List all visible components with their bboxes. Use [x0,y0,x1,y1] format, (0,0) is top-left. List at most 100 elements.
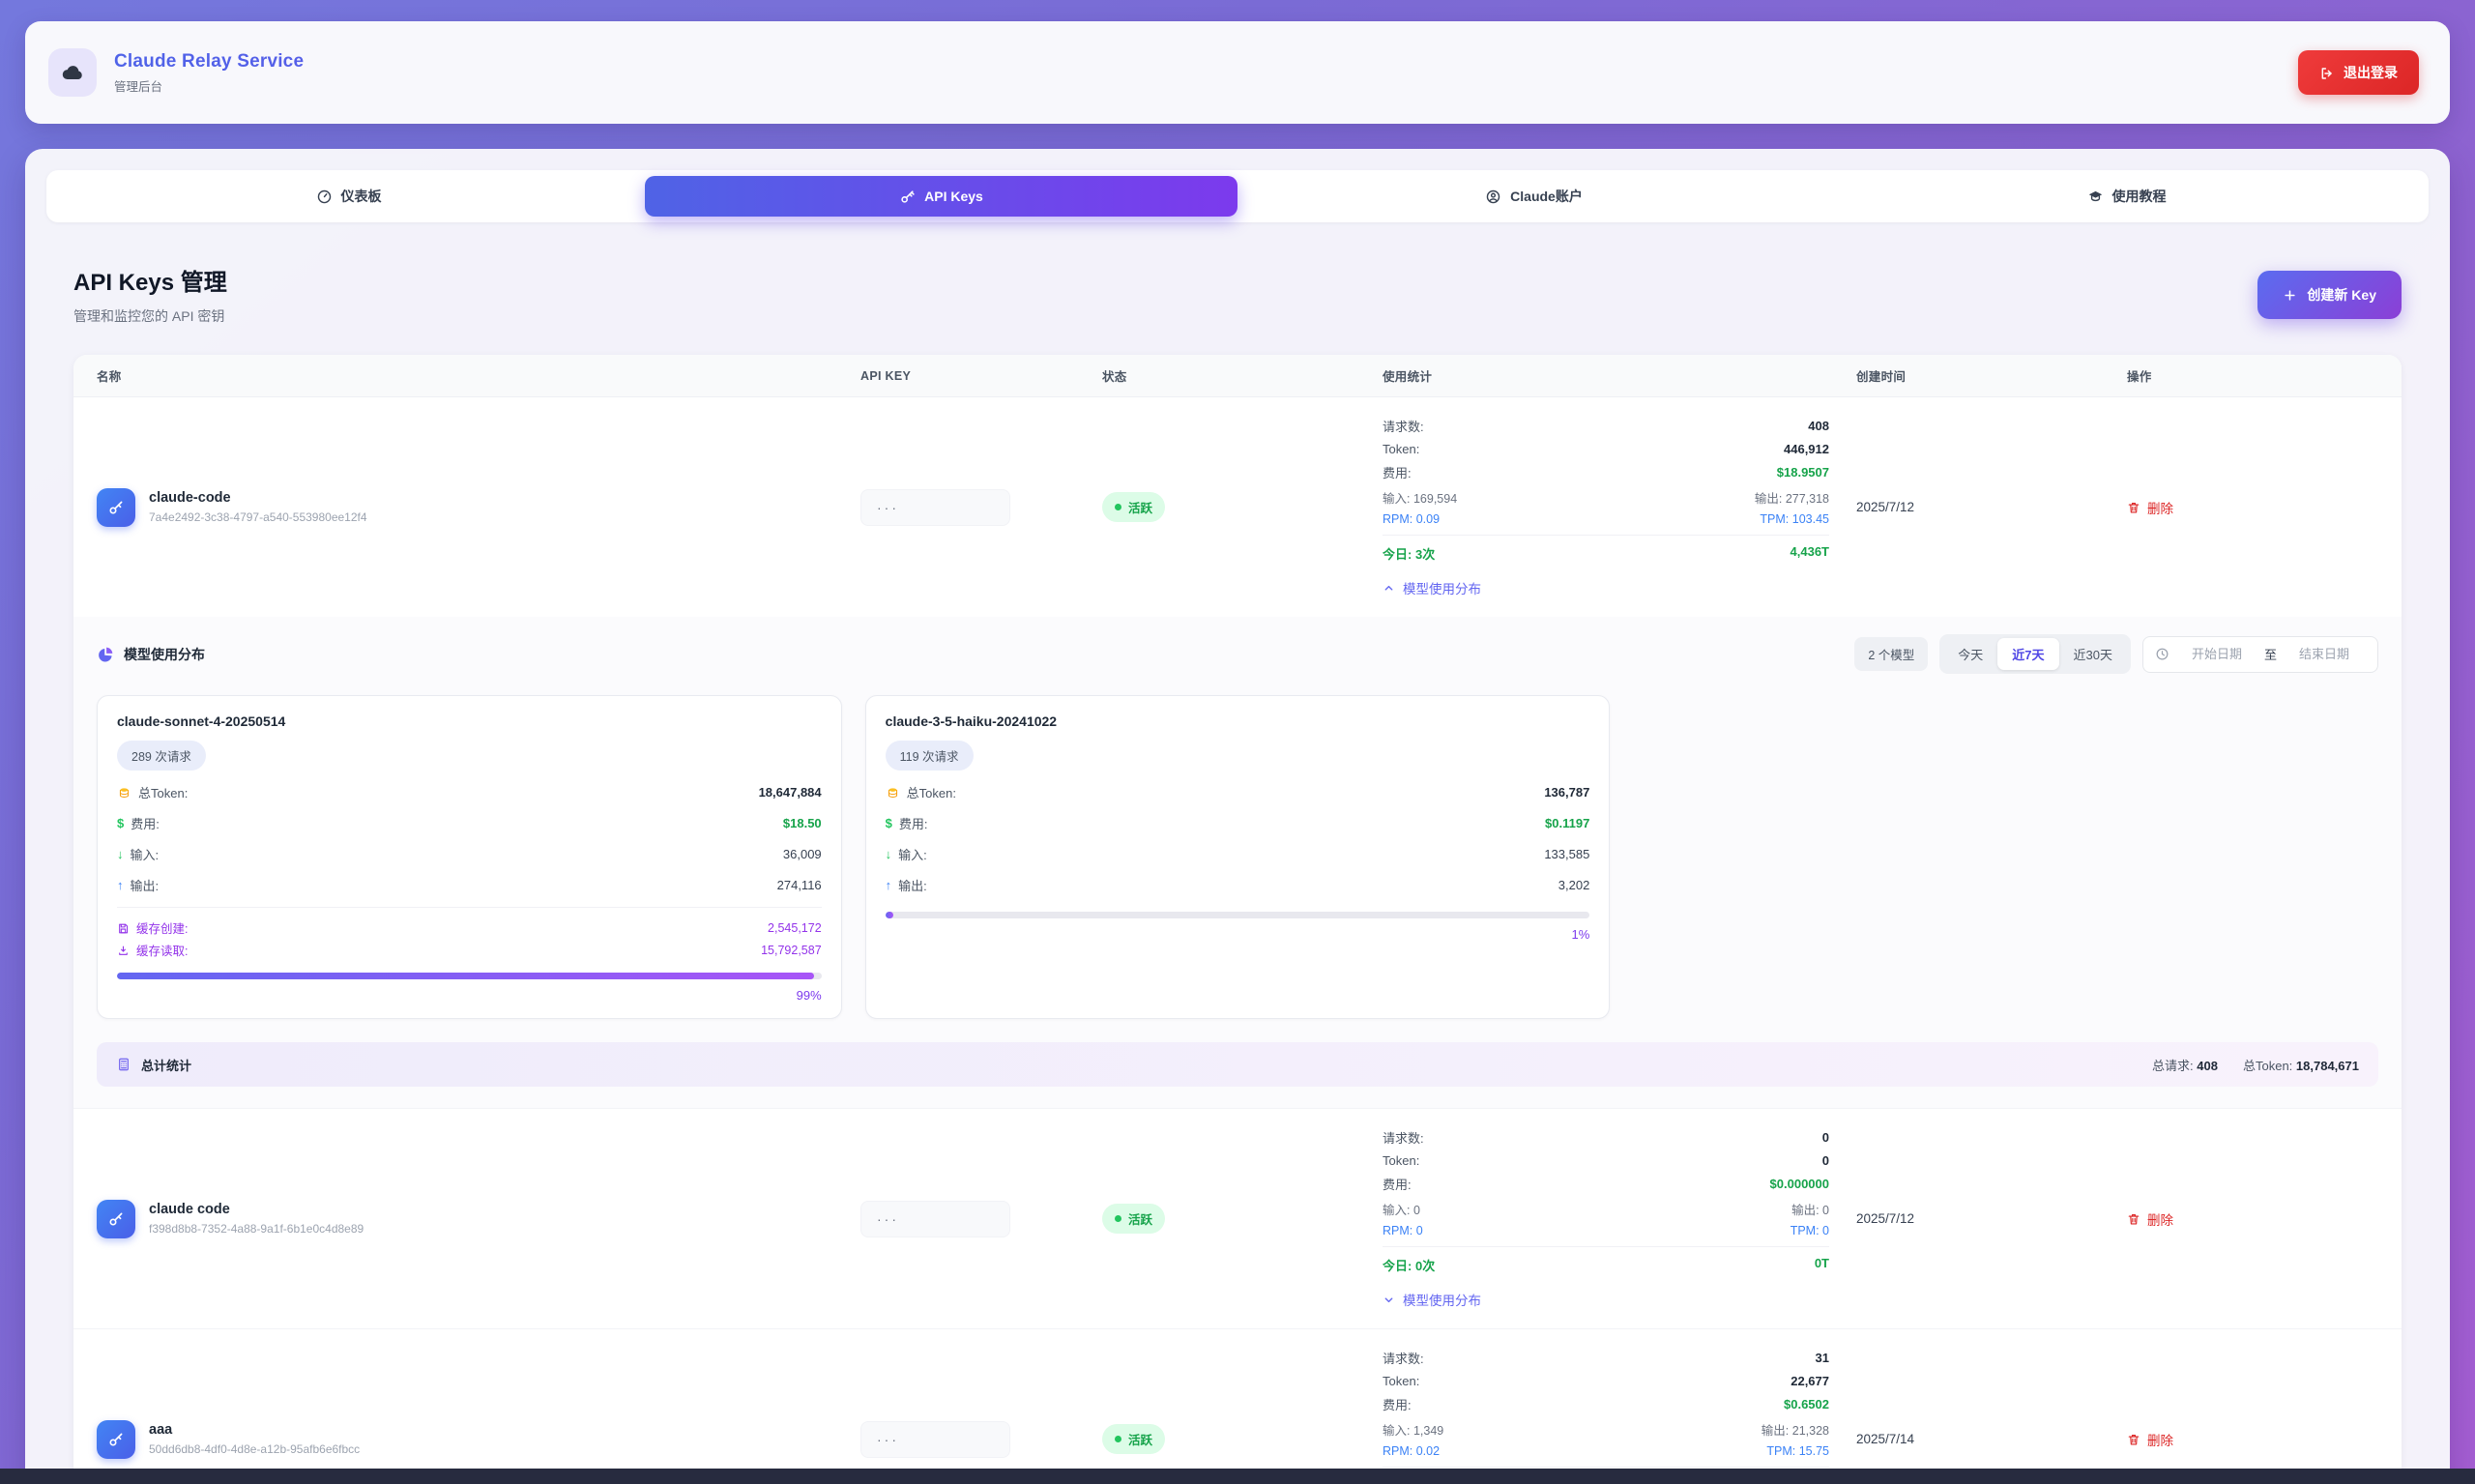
calculator-icon [116,1057,131,1073]
gauge-icon [316,188,333,205]
created-date: 2025/7/12 [1856,500,2127,514]
status-dot-icon [1115,504,1121,510]
key-icon [899,188,916,205]
masked-api-key[interactable]: ··· [860,1421,1010,1458]
create-key-button[interactable]: 创建新 Key [2257,271,2402,319]
col-created: 创建时间 [1856,366,2127,385]
app-subtitle: 管理后台 [114,76,2298,95]
totals-bar: 总计统计 总请求: 408 总Token: 18,784,671 [97,1042,2378,1087]
tab-label: 仪表板 [341,187,382,206]
key-icon [97,1420,135,1459]
total-requests: 总请求: 408 [2152,1056,2218,1074]
masked-api-key[interactable]: ··· [860,489,1010,526]
main-card: 仪表板 API Keys Claude账户 使用教程 [25,149,2450,1484]
usage-percent: 99% [117,988,822,1003]
table-row: aaa 50dd6db8-4df0-4d8e-a12b-95afb6e6fbcc… [73,1329,2402,1484]
logout-label: 退出登录 [2344,63,2398,82]
trash-icon [2127,500,2140,514]
tab-api-keys[interactable]: API Keys [645,176,1238,217]
table-row: claude-code 7a4e2492-3c38-4797-a540-5539… [73,397,2402,617]
tab-label: API Keys [924,189,983,204]
cloud-icon [60,60,85,85]
usage-stats: 请求数:31 Token:22,677 费用:$0.6502 输入: 1,349… [1383,1349,1856,1484]
key-icon [97,1200,135,1238]
end-date-input[interactable] [2283,647,2366,661]
table-header-row: 名称 API KEY 状态 使用统计 创建时间 操作 [73,355,2402,397]
range-30days[interactable]: 近30天 [2059,638,2127,670]
usage-percent: 1% [886,927,1590,942]
status-badge: 活跃 [1102,1424,1165,1454]
chevron-up-icon [1383,581,1395,596]
bottom-edge [0,1469,2475,1484]
dollar-icon: $ [117,816,124,830]
key-name: claude-code [149,490,367,506]
model-count-badge: 2 个模型 [1854,637,1928,671]
download-icon [117,943,130,956]
save-icon [117,920,130,934]
model-name: claude-3-5-haiku-20241022 [886,713,1590,729]
col-status: 状态 [1102,366,1383,385]
date-separator: 至 [2264,645,2277,663]
key-name: aaa [149,1422,360,1438]
col-name: 名称 [97,366,860,385]
key-id: 50dd6db8-4df0-4d8e-a12b-95afb6e6fbcc [149,1442,360,1456]
masked-api-key[interactable]: ··· [860,1201,1010,1237]
model-card: claude-sonnet-4-20250514 289 次请求 总Token:… [97,695,842,1019]
tab-dashboard[interactable]: 仪表板 [52,176,645,217]
nav-bar: 仪表板 API Keys Claude账户 使用教程 [46,170,2429,222]
status-badge: 活跃 [1102,492,1165,522]
start-date-input[interactable] [2175,647,2258,661]
tab-tutorial[interactable]: 使用教程 [1830,176,2423,217]
page: Claude Relay Service 管理后台 退出登录 仪表板 [0,0,2475,1484]
key-icon [97,488,135,527]
api-keys-table: 名称 API KEY 状态 使用统计 创建时间 操作 claude-code [73,355,2402,1484]
request-count-badge: 119 次请求 [886,741,974,771]
arrow-down-icon: ↓ [886,847,892,861]
request-count-badge: 289 次请求 [117,741,206,771]
graduation-cap-icon [2087,188,2104,205]
col-api-key: API KEY [860,369,1102,383]
arrow-up-icon: ↑ [117,878,124,892]
created-date: 2025/7/12 [1856,1211,2127,1226]
key-name: claude code [149,1202,364,1217]
logout-icon [2319,64,2335,80]
create-key-label: 创建新 Key [2307,285,2376,305]
trash-icon [2127,1432,2140,1446]
key-id: f398d8b8-7352-4a88-9a1f-6b1e0c4d8e89 [149,1222,364,1236]
page-title: API Keys 管理 [73,263,227,297]
usage-stats: 请求数:0 Token:0 费用:$0.000000 输入: 0输出: 0 RP… [1383,1128,1856,1309]
arrow-down-icon: ↓ [117,847,124,861]
pie-chart-icon [97,645,114,662]
custom-date-range: 至 [2142,636,2378,673]
dollar-icon: $ [886,816,892,830]
delete-button[interactable]: 删除 [2127,498,2173,517]
coins-icon [886,784,900,800]
model-usage-toggle[interactable]: 模型使用分布 [1383,1290,1481,1309]
col-actions: 操作 [2127,366,2378,385]
col-usage: 使用统计 [1383,366,1856,385]
delete-button[interactable]: 删除 [2127,1209,2173,1229]
tab-label: 使用教程 [2112,187,2167,206]
usage-progress-bar [886,912,1590,918]
range-7days[interactable]: 近7天 [1997,638,2058,670]
model-name: claude-sonnet-4-20250514 [117,713,822,729]
logout-button[interactable]: 退出登录 [2298,50,2419,95]
coins-icon [117,784,131,800]
model-usage-toggle[interactable]: 模型使用分布 [1383,578,1481,597]
total-tokens: 总Token: 18,784,671 [2243,1056,2359,1074]
date-range-segmented: 今天 近7天 近30天 [1939,634,2131,674]
model-usage-title: 模型使用分布 [124,645,205,664]
table-row: claude code f398d8b8-7352-4a88-9a1f-6b1e… [73,1109,2402,1329]
usage-stats: 请求数:408 Token:446,912 费用:$18.9507 输入: 16… [1383,417,1856,597]
created-date: 2025/7/14 [1856,1432,2127,1446]
tab-claude-accounts[interactable]: Claude账户 [1238,176,1830,217]
delete-button[interactable]: 删除 [2127,1430,2173,1449]
user-circle-icon [1485,188,1501,205]
page-subtitle: 管理和监控您的 API 密钥 [73,306,227,326]
chevron-down-icon [1383,1293,1395,1307]
range-today[interactable]: 今天 [1943,638,1997,670]
usage-progress-bar [117,973,822,979]
status-dot-icon [1115,1215,1121,1222]
app-header: Claude Relay Service 管理后台 退出登录 [25,21,2450,124]
app-logo [48,48,97,97]
